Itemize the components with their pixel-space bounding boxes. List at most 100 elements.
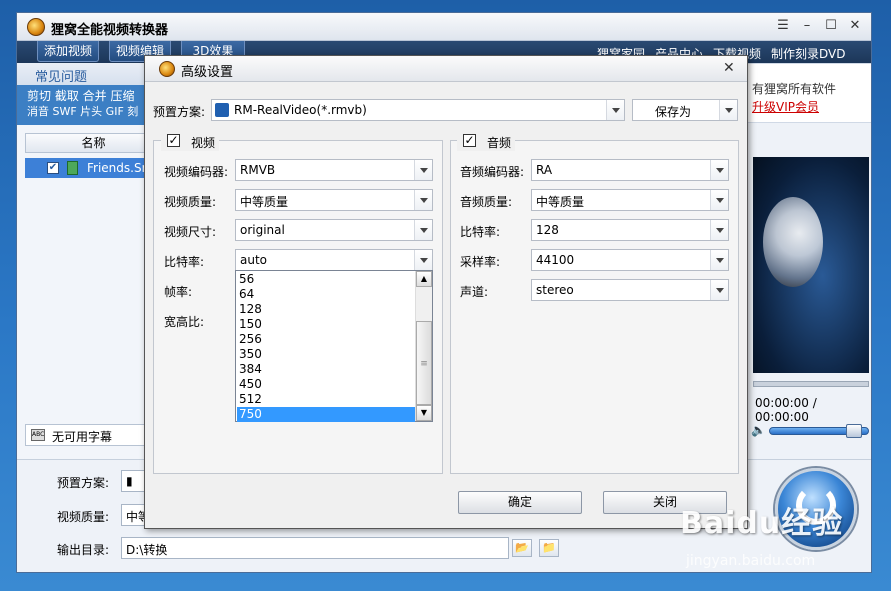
dialog-preset-select[interactable]: RM-RealVideo(*.rmvb): [211, 99, 625, 121]
bitrate-option[interactable]: 128: [237, 302, 415, 317]
column-header-name[interactable]: 名称: [25, 133, 162, 153]
speaker-icon[interactable]: 🔈: [751, 423, 766, 437]
bitrate-option[interactable]: 350: [237, 347, 415, 362]
dialog-title: 高级设置: [181, 65, 234, 80]
maximize-icon[interactable]: ☐: [823, 18, 839, 34]
video-bitrate-select[interactable]: auto: [235, 249, 433, 271]
time-display: 00:00:00 / 00:00:00: [755, 396, 817, 424]
list-scrollbar[interactable]: ▲ ≡ ▼: [415, 271, 432, 421]
preview-image: [763, 197, 823, 287]
chevron-down-icon: [710, 280, 728, 300]
video-codec-label: 视频编码器:: [164, 165, 229, 179]
video-size-value: original: [240, 223, 285, 237]
bitrate-option[interactable]: 384: [237, 362, 415, 377]
channel-select[interactable]: stereo: [531, 279, 729, 301]
samplerate-value: 44100: [536, 253, 575, 267]
scroll-up-icon[interactable]: ▲: [416, 271, 432, 287]
bitrate-dropdown-list[interactable]: 56 64 128 150 256 350 384 450 512 750 ▲ …: [235, 270, 433, 422]
samplerate-label: 采样率:: [460, 255, 501, 269]
minimize-icon[interactable]: –: [799, 18, 815, 34]
add-video-button[interactable]: 添加视频: [37, 41, 100, 62]
chevron-down-icon: [710, 160, 728, 180]
bitrate-option[interactable]: 64: [237, 287, 415, 302]
bitrate-option[interactable]: 56: [237, 272, 415, 287]
audio-checkbox[interactable]: ✓: [463, 134, 476, 147]
link-dvd[interactable]: 制作刻录DVD: [771, 45, 845, 62]
watermark-url: jingyan.baidu.com: [686, 553, 816, 569]
bitrate-option[interactable]: 450: [237, 377, 415, 392]
video-quality-value: 中等质量: [240, 195, 289, 209]
video-size-select[interactable]: original: [235, 219, 433, 241]
video-codec-value: RMVB: [240, 163, 276, 177]
bitrate-option[interactable]: 256: [237, 332, 415, 347]
fps-label: 帧率:: [164, 285, 193, 299]
promo-line2: 消音 SWF 片头 GIF 刻: [27, 105, 139, 118]
aspect-label: 宽高比:: [164, 315, 205, 329]
audio-quality-value: 中等质量: [536, 195, 585, 209]
title-bar: 狸窝全能视频转换器 ☰ – ☐ ✕: [17, 13, 871, 41]
quality-label: 视频质量:: [57, 510, 110, 524]
scroll-down-icon[interactable]: ▼: [416, 405, 432, 421]
watermark: Baidu经验: [680, 506, 844, 541]
video-checkbox[interactable]: ✓: [167, 134, 180, 147]
video-codec-select[interactable]: RMVB: [235, 159, 433, 181]
video-quality-select[interactable]: 中等质量: [235, 189, 433, 211]
audio-quality-label: 音频质量:: [460, 195, 513, 209]
save-as-label: 保存为: [655, 105, 692, 119]
chevron-down-icon: [710, 190, 728, 210]
scroll-thumb[interactable]: ≡: [416, 321, 432, 405]
dialog-title-bar: 高级设置 ✕: [145, 56, 747, 82]
close-icon[interactable]: ✕: [847, 18, 863, 34]
chevron-down-icon: [719, 100, 737, 120]
app-title: 狸窝全能视频转换器: [51, 23, 169, 38]
chevron-down-icon: [414, 250, 432, 270]
ok-button[interactable]: 确定: [458, 491, 582, 514]
preset-label: 预置方案:: [57, 476, 110, 490]
preset-format-icon: [215, 103, 229, 117]
subtitle-icon: ABC: [31, 429, 45, 441]
right-panel: 有狸窝所有软件 升级VIP会员 00:00:00 / 00:00:00 🔈: [747, 63, 871, 459]
bitrate-option[interactable]: 150: [237, 317, 415, 332]
dialog-preset-value: RM-RealVideo(*.rmvb): [234, 103, 367, 117]
audio-codec-select[interactable]: RA: [531, 159, 729, 181]
channel-label: 声道:: [460, 285, 489, 299]
audio-bitrate-value: 128: [536, 223, 559, 237]
video-file-icon: [67, 161, 78, 175]
chevron-down-icon: [414, 190, 432, 210]
channel-value: stereo: [536, 283, 574, 297]
video-preview: [753, 157, 869, 373]
output-dir-input[interactable]: D:\转换: [121, 537, 509, 559]
chevron-down-icon: [414, 220, 432, 240]
vip-link[interactable]: 升级VIP会员: [752, 98, 871, 116]
save-as-button[interactable]: 保存为: [632, 99, 738, 121]
seek-bar[interactable]: [753, 381, 869, 387]
file-row[interactable]: ✔ Friends.Sr: [25, 158, 162, 178]
bitrate-option-selected[interactable]: 750: [237, 407, 415, 422]
dialog-close-icon[interactable]: ✕: [723, 60, 735, 76]
browse-folder-icon[interactable]: 📁: [539, 539, 559, 557]
subtitle-select[interactable]: ABC 无可用字幕: [25, 424, 162, 446]
samplerate-select[interactable]: 44100: [531, 249, 729, 271]
app-logo-icon: [27, 18, 45, 36]
dialog-preset-label: 预置方案:: [153, 105, 206, 119]
output-label: 输出目录:: [57, 543, 110, 557]
faq-header[interactable]: 常见问题: [17, 63, 162, 85]
file-checkbox[interactable]: ✔: [47, 162, 59, 174]
left-panel: 常见问题 剪切 截取 合并 压缩 消音 SWF 片头 GIF 刻 名称 ✔ Fr…: [17, 63, 162, 459]
promo-band[interactable]: 剪切 截取 合并 压缩 消音 SWF 片头 GIF 刻: [17, 85, 162, 125]
volume-slider[interactable]: [769, 424, 869, 438]
menu-icon[interactable]: ☰: [775, 18, 791, 34]
open-folder-icon[interactable]: 📂: [512, 539, 532, 557]
bitrate-option[interactable]: 512: [237, 392, 415, 407]
chevron-down-icon: [606, 100, 624, 120]
video-group-title: ✓ 视频: [161, 134, 220, 151]
audio-bitrate-select[interactable]: 128: [531, 219, 729, 241]
right-promo[interactable]: 有狸窝所有软件 升级VIP会员: [747, 63, 871, 123]
chevron-down-icon: [710, 250, 728, 270]
chevron-down-icon: [710, 220, 728, 240]
volume-handle[interactable]: [846, 424, 862, 438]
promo-line1: 剪切 截取 合并 压缩: [27, 89, 135, 103]
video-size-label: 视频尺寸:: [164, 225, 217, 239]
audio-quality-select[interactable]: 中等质量: [531, 189, 729, 211]
audio-codec-value: RA: [536, 163, 553, 177]
